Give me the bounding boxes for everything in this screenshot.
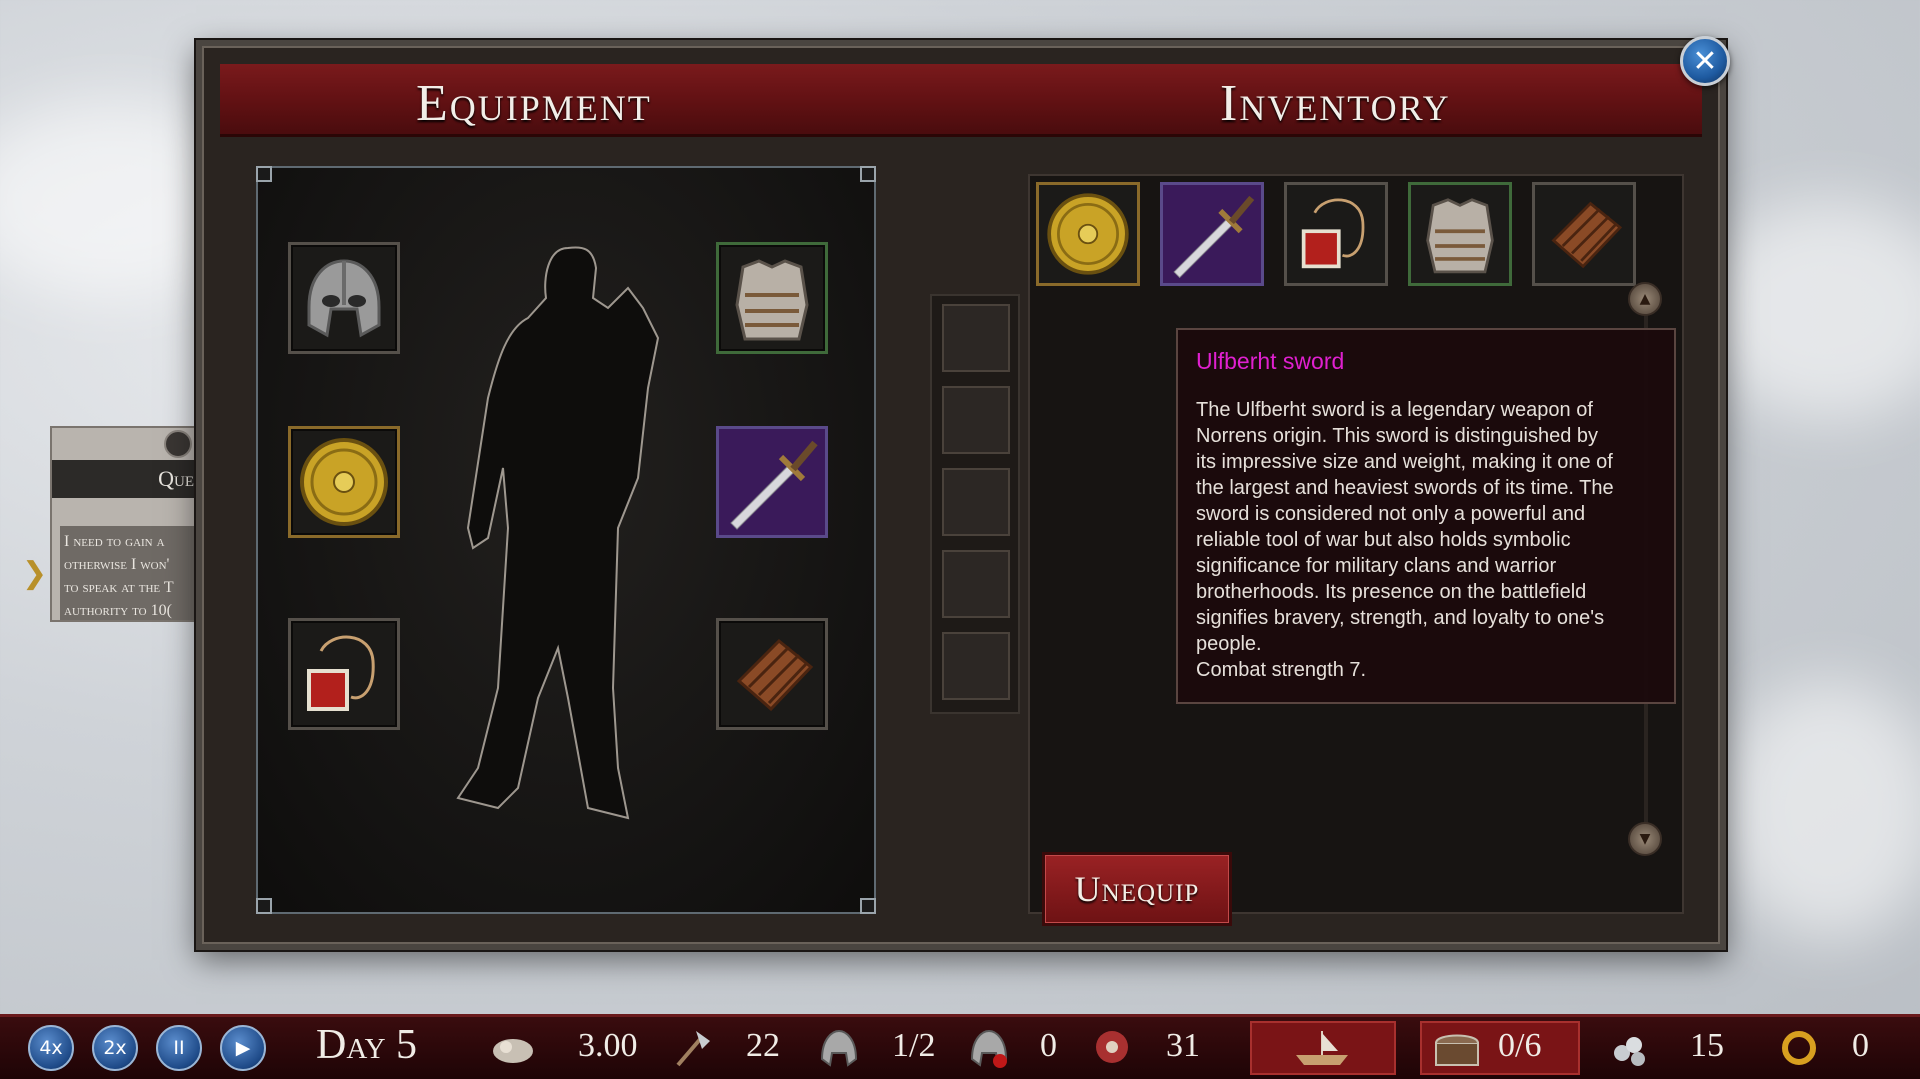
category-tab[interactable] <box>942 386 1010 454</box>
cloud <box>1700 200 1920 420</box>
inventory-item-shield[interactable] <box>1036 182 1140 286</box>
quest-panel[interactable]: Que I need to gain a otherwise I won' to… <box>50 426 196 622</box>
play-button[interactable]: ▶ <box>220 1025 266 1071</box>
equipment-title: Equipment <box>416 75 652 132</box>
helmet-slot[interactable] <box>288 242 400 354</box>
helmet-icon <box>307 259 381 338</box>
amulet-icon <box>1301 198 1365 269</box>
inventory-item-sword[interactable] <box>1160 182 1264 286</box>
pause-button[interactable]: II <box>156 1025 202 1071</box>
ring-count: 0 <box>1852 1027 1869 1064</box>
cloud <box>1720 680 1920 940</box>
round-shield-icon <box>1047 193 1129 275</box>
ship-button[interactable] <box>1250 1021 1396 1075</box>
inventory-item-armor[interactable] <box>1408 182 1512 286</box>
category-tab[interactable] <box>942 468 1010 536</box>
character-silhouette <box>456 246 660 820</box>
quest-expand-arrow-icon[interactable]: ❯ <box>22 556 47 591</box>
close-window-button[interactable]: ✕ <box>1680 36 1730 86</box>
inventory-title: Inventory <box>1220 75 1451 132</box>
wounded-count: 0 <box>1040 1027 1057 1064</box>
tools-count: 22 <box>746 1027 780 1064</box>
shield-slot[interactable] <box>288 426 400 538</box>
bottom-status-bar: 4x 2x II ▶ Day 5 3.00 22 1/2 0 31 0/6 15… <box>0 1014 1920 1079</box>
panel-corner <box>860 166 876 182</box>
chest-armor-icon <box>735 259 809 341</box>
wooden-raft-icon <box>1551 201 1623 269</box>
quest-text: I need to gain a otherwise I won' to spe… <box>60 526 194 620</box>
ring-icon <box>1782 1031 1816 1065</box>
speed-4x-button[interactable]: 4x <box>28 1025 74 1071</box>
quest-header: Que <box>52 460 194 498</box>
panel-corner <box>256 898 272 914</box>
panel-corner <box>256 166 272 182</box>
meat-icon <box>1096 1031 1128 1063</box>
amulet-slot[interactable] <box>288 618 400 730</box>
meat-count: 31 <box>1166 1027 1200 1064</box>
sword-icon <box>719 429 825 535</box>
body-armor-slot[interactable] <box>716 242 828 354</box>
wooden-raft-icon <box>736 638 814 712</box>
soldier-helmet-icon <box>820 1029 858 1067</box>
food-rate-icon <box>493 1039 533 1063</box>
soldiers-count: 1/2 <box>892 1027 936 1064</box>
food-rate-value: 3.00 <box>578 1027 638 1064</box>
scroll-up-arrow-icon[interactable]: ▲ <box>1628 282 1662 316</box>
round-shield-icon <box>300 438 388 526</box>
panel-corner <box>860 898 876 914</box>
item-tooltip: Ulfberht sword The Ulfberht sword is a l… <box>1176 328 1676 704</box>
longship-icon <box>1296 1031 1348 1065</box>
equipment-window: Equipment Inventory ▲ ▼ Unequip Ulfberht… <box>196 40 1726 950</box>
silver-count: 15 <box>1690 1027 1724 1064</box>
chests-button[interactable]: 0/6 <box>1420 1021 1580 1075</box>
tooltip-title: Ulfberht sword <box>1196 348 1345 374</box>
raft-slot[interactable] <box>716 618 828 730</box>
axe-icon <box>676 1031 710 1067</box>
scroll-down-arrow-icon[interactable]: ▼ <box>1628 822 1662 856</box>
inventory-category-column <box>930 294 1020 714</box>
category-tab[interactable] <box>942 304 1010 372</box>
silver-coins-icon <box>1614 1037 1645 1066</box>
chest-icon <box>1435 1034 1479 1066</box>
category-tab[interactable] <box>942 632 1010 700</box>
chests-count: 0/6 <box>1498 1027 1542 1064</box>
category-tab[interactable] <box>942 550 1010 618</box>
speed-2x-button[interactable]: 2x <box>92 1025 138 1071</box>
quest-icon <box>164 430 192 458</box>
inventory-item-amulet[interactable] <box>1284 182 1388 286</box>
wounded-helmet-icon <box>970 1029 1008 1068</box>
amulet-icon <box>307 635 375 711</box>
weapon-slot[interactable] <box>716 426 828 538</box>
window-header: Equipment Inventory <box>220 64 1702 137</box>
inventory-item-raft[interactable] <box>1532 182 1636 286</box>
day-counter: Day 5 <box>316 1022 418 1068</box>
equipment-panel <box>256 166 876 914</box>
tooltip-description: The Ulfberht sword is a legendary weapon… <box>1196 399 1614 681</box>
sword-icon <box>1163 185 1261 283</box>
unequip-button[interactable]: Unequip <box>1042 852 1232 926</box>
chest-armor-icon <box>1426 198 1494 274</box>
